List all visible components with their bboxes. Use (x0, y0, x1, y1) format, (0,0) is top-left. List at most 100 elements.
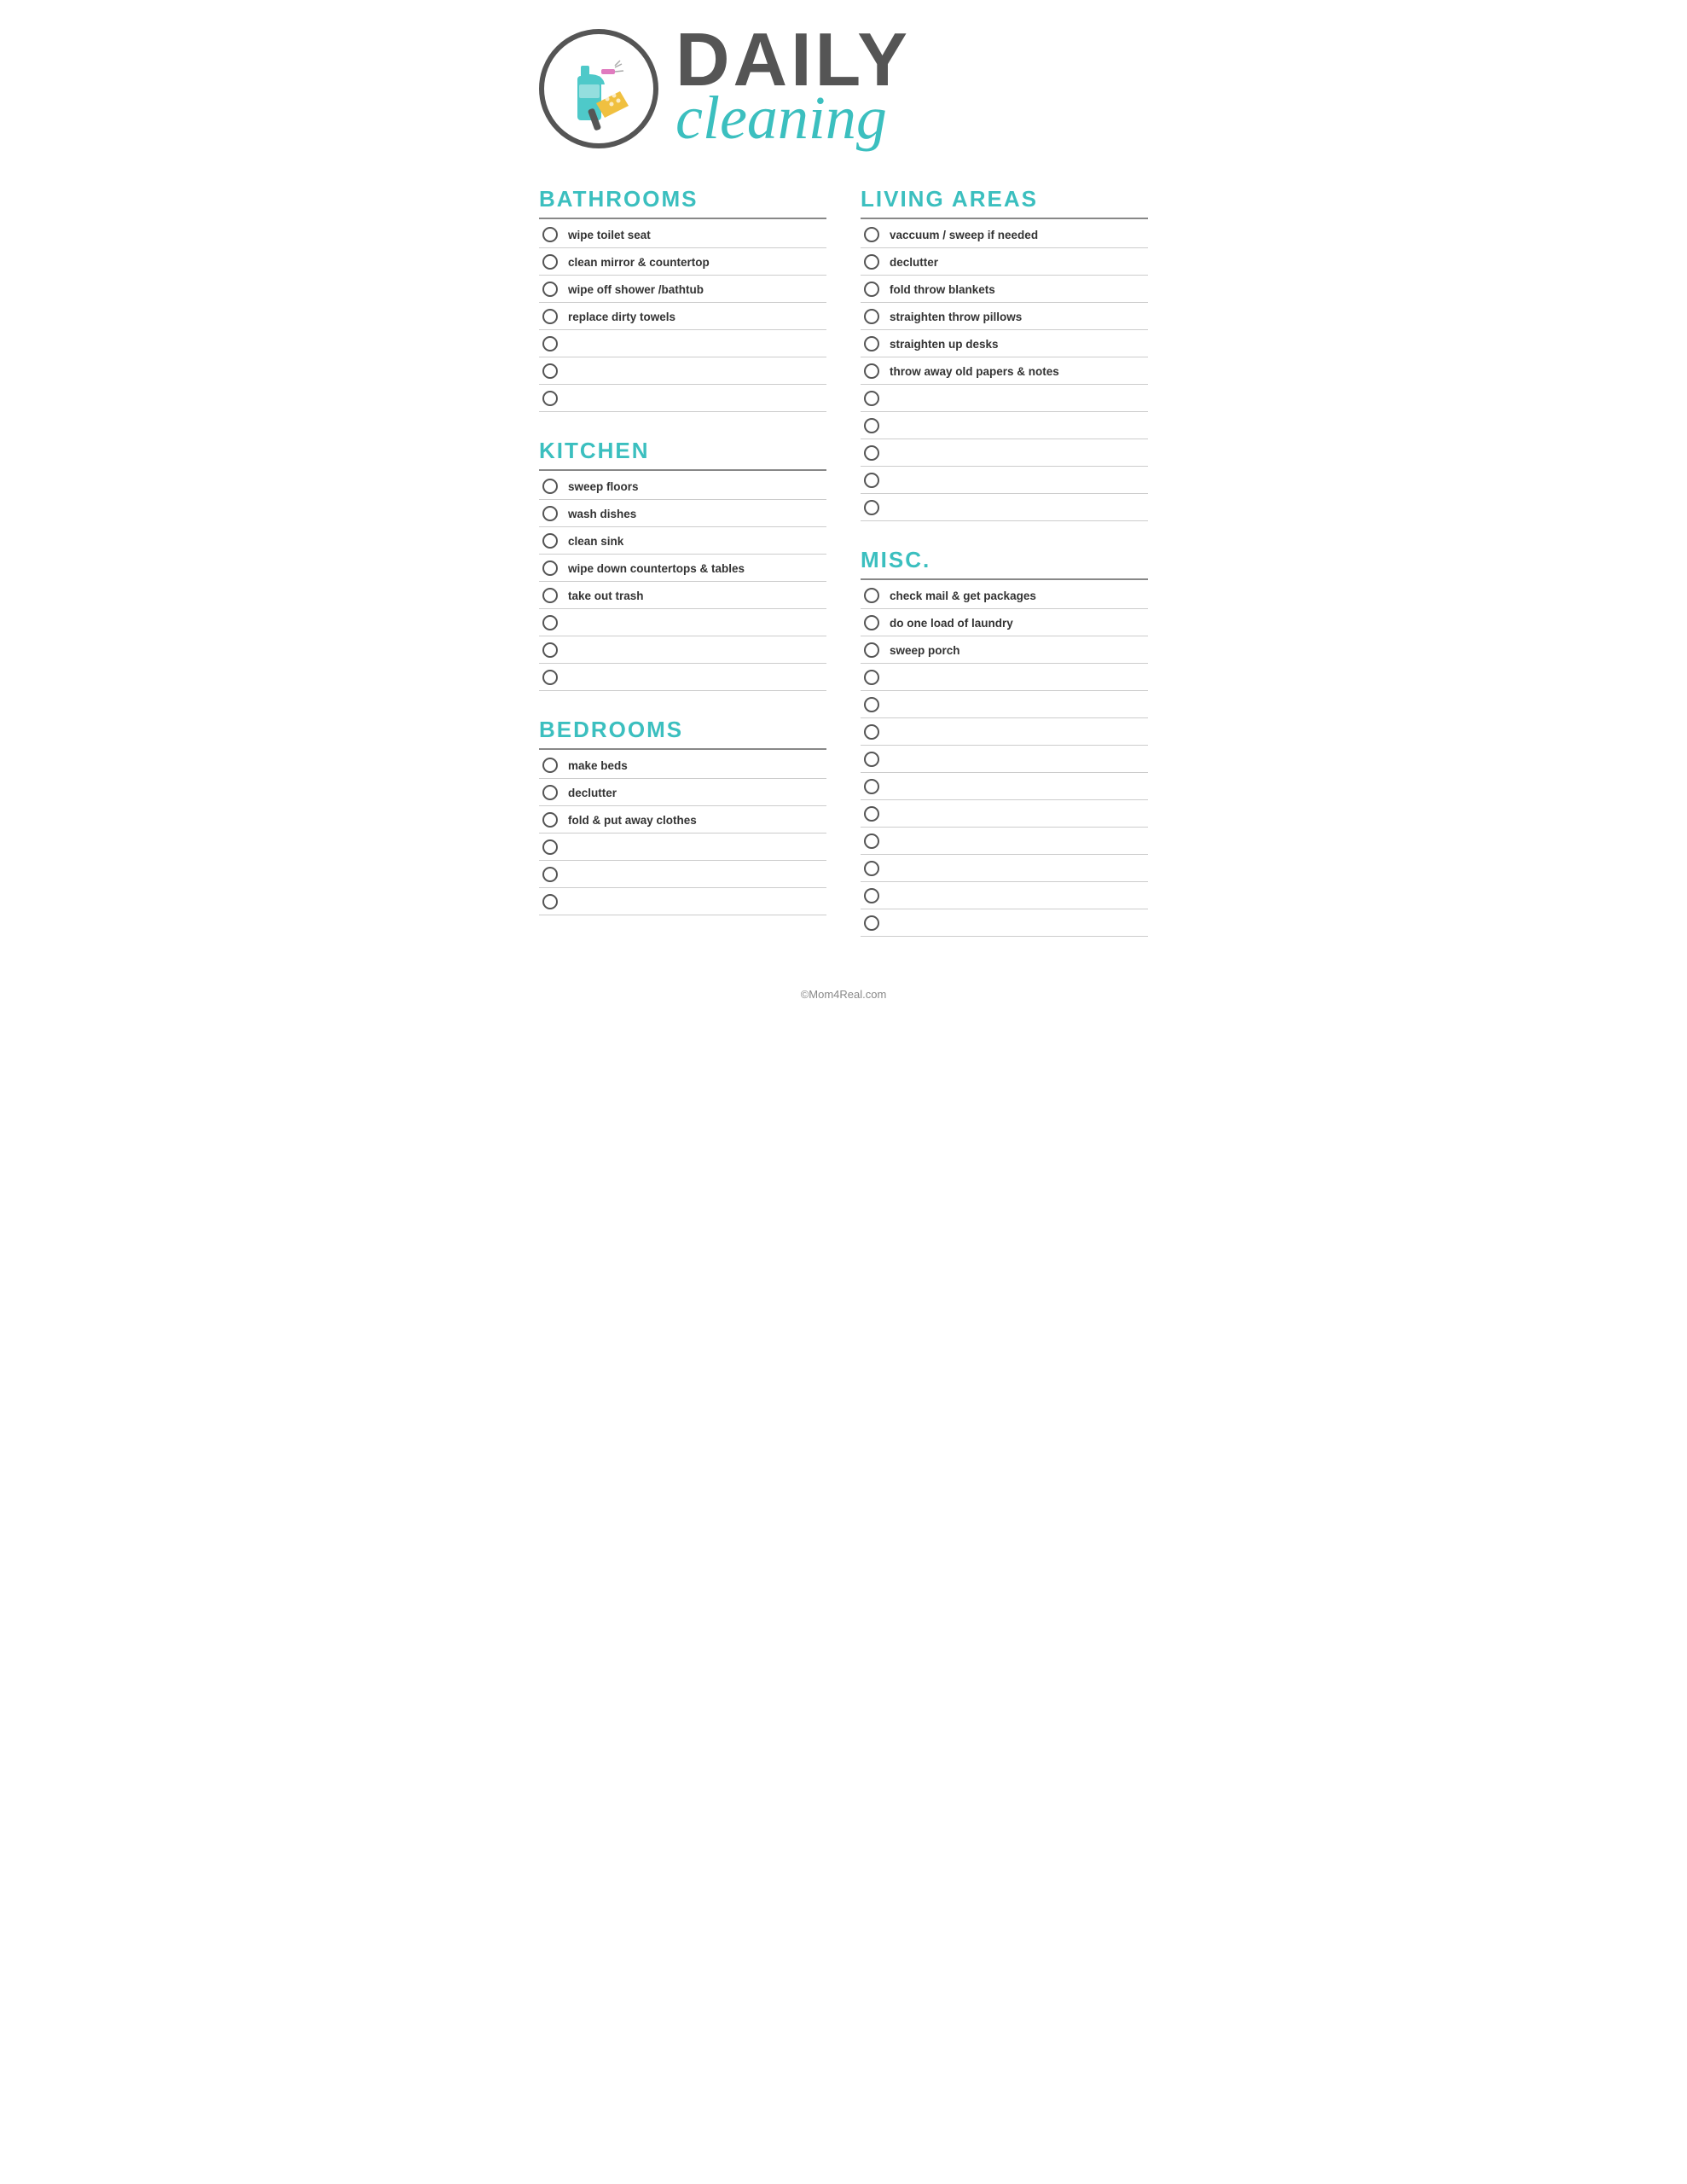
list-item[interactable]: wipe down countertops & tables (539, 555, 826, 582)
list-item[interactable]: throw away old papers & notes (861, 357, 1148, 385)
list-item[interactable]: do one load of laundry (861, 609, 1148, 636)
checkbox[interactable] (542, 309, 558, 324)
checkbox[interactable] (864, 915, 879, 931)
checkbox[interactable] (864, 724, 879, 740)
list-item[interactable] (861, 439, 1148, 467)
checkbox[interactable] (542, 254, 558, 270)
checkbox[interactable] (864, 642, 879, 658)
checkbox[interactable] (864, 861, 879, 876)
list-item[interactable] (539, 385, 826, 412)
checkbox[interactable] (864, 445, 879, 461)
checkbox[interactable] (542, 785, 558, 800)
checkbox[interactable] (864, 888, 879, 903)
checkbox[interactable] (542, 336, 558, 351)
checkbox[interactable] (864, 615, 879, 630)
checkbox[interactable] (542, 391, 558, 406)
content: BATHROOMS wipe toilet seat clean mirror … (539, 186, 1148, 962)
checkbox[interactable] (864, 500, 879, 515)
list-item[interactable] (539, 834, 826, 861)
checkbox[interactable] (542, 867, 558, 882)
list-item[interactable] (539, 664, 826, 691)
checkbox[interactable] (864, 363, 879, 379)
item-text: check mail & get packages (890, 590, 1036, 602)
list-item[interactable] (861, 828, 1148, 855)
footer: ©Mom4Real.com (539, 979, 1148, 1001)
list-item[interactable] (861, 882, 1148, 909)
list-item[interactable] (539, 357, 826, 385)
list-item[interactable]: clean mirror & countertop (539, 248, 826, 276)
list-item[interactable] (861, 664, 1148, 691)
list-item[interactable] (861, 746, 1148, 773)
checkbox[interactable] (864, 473, 879, 488)
bedrooms-list: make beds declutter fold & put away clot… (539, 752, 826, 915)
checkbox[interactable] (864, 309, 879, 324)
living-areas-divider (861, 218, 1148, 219)
list-item[interactable] (861, 909, 1148, 937)
checkbox[interactable] (864, 670, 879, 685)
list-item[interactable] (861, 412, 1148, 439)
list-item[interactable]: replace dirty towels (539, 303, 826, 330)
list-item[interactable]: declutter (539, 779, 826, 806)
list-item[interactable] (861, 385, 1148, 412)
checkbox[interactable] (864, 779, 879, 794)
checkbox[interactable] (542, 670, 558, 685)
checkbox[interactable] (542, 506, 558, 521)
list-item[interactable]: make beds (539, 752, 826, 779)
checkbox[interactable] (864, 834, 879, 849)
item-text: fold & put away clothes (568, 814, 697, 827)
list-item[interactable] (861, 494, 1148, 521)
list-item[interactable] (539, 636, 826, 664)
checkbox[interactable] (542, 561, 558, 576)
checkbox[interactable] (864, 254, 879, 270)
list-item[interactable] (861, 800, 1148, 828)
list-item[interactable]: straighten throw pillows (861, 303, 1148, 330)
list-item[interactable]: wipe toilet seat (539, 221, 826, 248)
checkbox[interactable] (542, 758, 558, 773)
list-item[interactable] (861, 773, 1148, 800)
list-item[interactable]: vaccuum / sweep if needed (861, 221, 1148, 248)
title-block: DAILY cleaning (675, 26, 911, 152)
checkbox[interactable] (542, 533, 558, 549)
checkbox[interactable] (542, 588, 558, 603)
checkbox[interactable] (542, 479, 558, 494)
checkbox[interactable] (864, 697, 879, 712)
kitchen-list: sweep floors wash dishes clean sink wipe… (539, 473, 826, 691)
item-text: sweep porch (890, 644, 960, 657)
list-item[interactable]: take out trash (539, 582, 826, 609)
checkbox[interactable] (542, 642, 558, 658)
checkbox[interactable] (542, 812, 558, 828)
checkbox[interactable] (864, 282, 879, 297)
list-item[interactable] (539, 861, 826, 888)
checkbox[interactable] (864, 336, 879, 351)
checkbox[interactable] (864, 418, 879, 433)
list-item[interactable]: fold throw blankets (861, 276, 1148, 303)
misc-divider (861, 578, 1148, 580)
list-item[interactable] (861, 467, 1148, 494)
checkbox[interactable] (542, 282, 558, 297)
list-item[interactable]: wash dishes (539, 500, 826, 527)
checkbox[interactable] (542, 615, 558, 630)
list-item[interactable]: sweep porch (861, 636, 1148, 664)
list-item[interactable] (861, 855, 1148, 882)
list-item[interactable]: check mail & get packages (861, 582, 1148, 609)
checkbox[interactable] (864, 588, 879, 603)
list-item[interactable]: fold & put away clothes (539, 806, 826, 834)
checkbox[interactable] (542, 227, 558, 242)
list-item[interactable] (861, 718, 1148, 746)
checkbox[interactable] (542, 894, 558, 909)
checkbox[interactable] (864, 227, 879, 242)
list-item[interactable] (539, 330, 826, 357)
checkbox[interactable] (542, 839, 558, 855)
list-item[interactable]: wipe off shower /bathtub (539, 276, 826, 303)
list-item[interactable]: clean sink (539, 527, 826, 555)
list-item[interactable]: sweep floors (539, 473, 826, 500)
checkbox[interactable] (542, 363, 558, 379)
list-item[interactable]: straighten up desks (861, 330, 1148, 357)
list-item[interactable] (539, 888, 826, 915)
list-item[interactable] (861, 691, 1148, 718)
list-item[interactable]: declutter (861, 248, 1148, 276)
checkbox[interactable] (864, 806, 879, 822)
checkbox[interactable] (864, 752, 879, 767)
list-item[interactable] (539, 609, 826, 636)
checkbox[interactable] (864, 391, 879, 406)
